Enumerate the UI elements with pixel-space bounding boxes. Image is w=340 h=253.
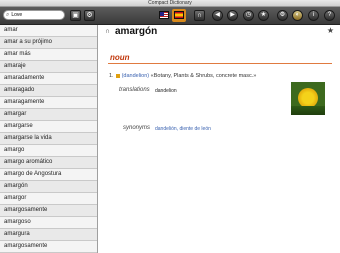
star-icon: ★	[260, 12, 267, 18]
list-item[interactable]: amaraje	[0, 61, 97, 73]
settings-small-button[interactable]: ⚙	[84, 10, 95, 21]
sense-link[interactable]: (dandelion)	[122, 73, 150, 79]
list-item[interactable]: amargón	[0, 181, 97, 193]
info-button[interactable]: i	[308, 10, 319, 21]
dandelion-image	[291, 82, 325, 115]
list-item[interactable]: amaragamente	[0, 97, 97, 109]
part-of-speech: noun	[110, 53, 130, 62]
toolbar: ⌕ ▣ ⚙ ∩ ◀ ▶ ◷ ★ ⚙ ◐ i ?	[0, 7, 340, 25]
list-item[interactable]: amargor	[0, 193, 97, 205]
window-title: Compact Dictionary	[0, 0, 340, 7]
list-item[interactable]: amaragado	[0, 85, 97, 97]
list-item[interactable]: amargarse la vida	[0, 133, 97, 145]
headword-bar: ∩ amargón ★	[98, 25, 340, 40]
forward-icon: ▶	[230, 12, 235, 18]
list-item[interactable]: amargarse	[0, 121, 97, 133]
list-item[interactable]: amargar	[0, 109, 97, 121]
sense-line: 1. (dandelion) «Botany, Plants & Shrubs, …	[109, 73, 256, 79]
help-button[interactable]: ?	[324, 10, 335, 21]
sense-number: 1.	[109, 73, 114, 79]
list-item[interactable]: amaradamente	[0, 73, 97, 85]
english-flag-icon[interactable]	[159, 11, 169, 19]
dictionary-list-button[interactable]: ▣	[70, 10, 81, 21]
list-item[interactable]: amar más	[0, 49, 97, 61]
list-item[interactable]: amargo de Angostura	[0, 169, 97, 181]
synonyms-label: synonyms	[123, 125, 151, 131]
list-item[interactable]: amargoso	[0, 217, 97, 229]
search-field[interactable]: ⌕	[3, 10, 65, 20]
book-icon: ▣	[72, 12, 79, 19]
synonyms-value[interactable]: dandelión, diente de león	[155, 126, 211, 132]
bookmark-star-icon[interactable]: ★	[327, 26, 334, 35]
pronounce-button[interactable]: ∩	[194, 10, 205, 21]
themes-button[interactable]: ◐	[292, 10, 303, 21]
settings-button[interactable]: ⚙	[277, 10, 288, 21]
gear-icon: ⚙	[86, 12, 93, 19]
list-item[interactable]: amargo	[0, 145, 97, 157]
info-icon: i	[312, 12, 315, 18]
word-list[interactable]: amar amar a su prójimo amar más amaraje …	[0, 25, 98, 253]
clock-icon: ◷	[245, 12, 252, 18]
list-item[interactable]: amargosamente	[0, 241, 97, 253]
spanish-flag-icon	[174, 11, 184, 19]
sense-domain: «Botany, Plants & Shrubs, concrete masc.…	[150, 73, 257, 79]
palette-icon: ◐	[295, 12, 300, 18]
list-item[interactable]: amargosamente	[0, 205, 97, 217]
spanish-flag-button[interactable]	[172, 9, 186, 22]
list-item[interactable]: amargura	[0, 229, 97, 241]
list-item[interactable]: amar	[0, 25, 97, 37]
back-icon: ◀	[215, 12, 220, 18]
headphones-icon: ∩	[196, 12, 203, 19]
list-item[interactable]: amar a su prójimo	[0, 37, 97, 49]
favorites-button[interactable]: ★	[258, 10, 269, 21]
dictionary-icon	[115, 73, 120, 78]
gear-icon: ⚙	[279, 12, 286, 18]
headword: amargón	[115, 26, 158, 37]
entry-panel: ∩ amargón ★ noun 1. (dandelion) «Botany, …	[98, 25, 340, 253]
translations-label: translations	[119, 87, 150, 93]
back-button[interactable]: ◀	[212, 10, 223, 21]
list-item[interactable]: amargo aromático	[0, 157, 97, 169]
divider	[108, 63, 332, 64]
headphones-icon[interactable]: ∩	[105, 28, 110, 35]
search-input[interactable]	[9, 11, 60, 19]
history-button[interactable]: ◷	[243, 10, 254, 21]
help-icon: ?	[327, 12, 332, 18]
translations-value: dandelion	[155, 88, 177, 94]
forward-button[interactable]: ▶	[227, 10, 238, 21]
